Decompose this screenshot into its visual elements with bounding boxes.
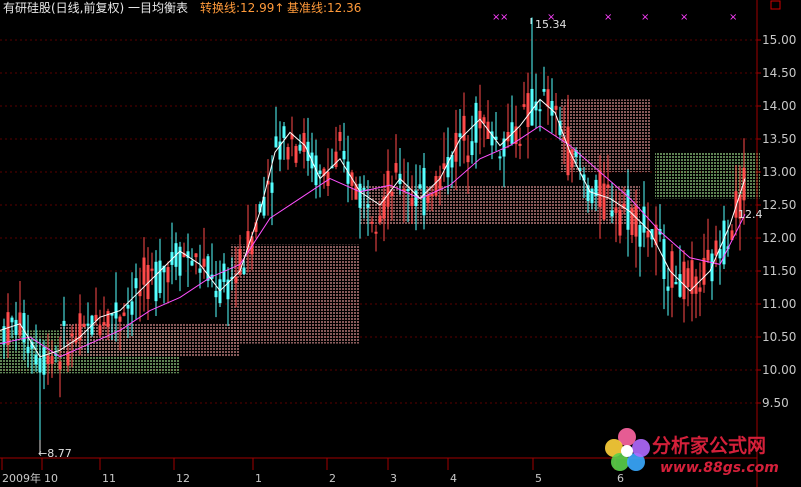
candle-body (86, 323, 90, 326)
top-marker: × (641, 12, 649, 23)
stock-label: 有研硅股(日线,前复权) 一目均衡表 (3, 0, 188, 15)
candle-body (638, 225, 642, 247)
candle-body (42, 347, 46, 375)
candle-body (358, 183, 362, 208)
candle-body (366, 204, 370, 208)
x-tick-label: 5 (535, 472, 542, 485)
top-marker: × (729, 12, 737, 23)
cloud-bear (230, 244, 360, 344)
x-tick-label: 10 (44, 472, 58, 485)
candle-body (214, 290, 218, 298)
candle-body (126, 304, 130, 309)
candle-body (154, 261, 158, 302)
y-tick-label: 11.00 (762, 297, 796, 311)
candle-body (114, 302, 118, 319)
candle-body (62, 320, 66, 326)
y-tick-label: 14.50 (762, 66, 796, 80)
base-value: 12.36 (327, 1, 361, 15)
candle-body (318, 170, 322, 174)
y-tick-label: 14.00 (762, 99, 796, 113)
candle-body (342, 150, 346, 160)
high-annotation: 15.34 (530, 18, 567, 31)
conversion-line-label: 转换线:12.99↑ (200, 0, 284, 15)
candle-body (422, 167, 426, 216)
candle-body (470, 141, 474, 156)
candle-body (34, 354, 38, 365)
candle-body (674, 281, 678, 285)
candle-body (206, 256, 210, 281)
x-tick-label: 11 (102, 472, 116, 485)
ichimoku-chart: 15.00 14.50 14.00 13.50 13.00 12.50 12.00 11.50… (0, 0, 801, 487)
candle-body (190, 260, 194, 266)
candle-body (458, 133, 462, 138)
y-tick-label: 9.50 (762, 396, 789, 410)
conversion-arrow: ↑ (274, 1, 284, 15)
candle-body (430, 194, 434, 197)
candle-body (498, 156, 502, 159)
candle-body (270, 182, 274, 193)
y-tick-label: 15.00 (762, 33, 796, 47)
candle-body (134, 278, 138, 289)
candle-body (38, 357, 42, 373)
candle-body (530, 88, 534, 126)
conversion-value: 12.99 (240, 1, 274, 15)
candle-body (370, 221, 374, 224)
candle-body (130, 301, 134, 315)
y-tick-label: 10.50 (762, 330, 796, 344)
right-label: 12.4 (738, 208, 763, 221)
cloud-bear (360, 185, 640, 225)
candle-body (282, 126, 286, 138)
high-label: 15.34 (535, 18, 567, 31)
candle-body (222, 263, 226, 282)
y-tick-label: 11.50 (762, 264, 796, 278)
candle-body (26, 346, 30, 354)
candle-body (666, 286, 670, 291)
candle-body (374, 231, 378, 234)
candle-body (198, 268, 202, 273)
candle-body (14, 319, 18, 335)
candle-body (418, 184, 422, 189)
watermark-url: www.88gs.com (660, 460, 779, 476)
candle-body (22, 313, 26, 343)
y-tick-label: 13.00 (762, 165, 796, 179)
y-tick-label: 12.00 (762, 231, 796, 245)
candle-body (610, 210, 614, 217)
candle-body (678, 274, 682, 297)
watermark: 分析家公式网 www.88gs.com (605, 428, 779, 476)
candle-body (274, 136, 278, 148)
low-label: ←8.77 (38, 447, 72, 460)
y-tick-label: 12.50 (762, 198, 796, 212)
candle-body (538, 109, 542, 112)
candle-body (158, 260, 162, 294)
candle-body (642, 206, 646, 233)
top-marker: × (500, 12, 508, 23)
y-tick-label: 10.00 (762, 363, 796, 377)
y-tick-label: 13.50 (762, 132, 796, 146)
candle-body (298, 144, 302, 151)
candle-body (550, 100, 554, 116)
x-tick-label: 12 (176, 472, 190, 485)
top-marker: × (680, 12, 688, 23)
top-marker: × (604, 12, 612, 23)
x-tick-label: 6 (617, 472, 624, 485)
x-tick-label: 1 (255, 472, 262, 485)
watermark-text: 分析家公式网 (652, 434, 766, 457)
candle-body (718, 249, 722, 259)
candle-body (10, 317, 14, 323)
candle-body (542, 89, 546, 92)
cloud-bear (60, 323, 240, 357)
x-tick-label: 2 (329, 472, 336, 485)
base-line-label: 基准线:12.36 (287, 1, 361, 15)
candle-body (406, 189, 410, 192)
x-tick-label: 3 (390, 472, 397, 485)
x-tick-label: 4 (450, 472, 457, 485)
x-tick-label: 2009年 (2, 471, 41, 485)
candle-body (242, 267, 246, 275)
candle-body (590, 188, 594, 204)
